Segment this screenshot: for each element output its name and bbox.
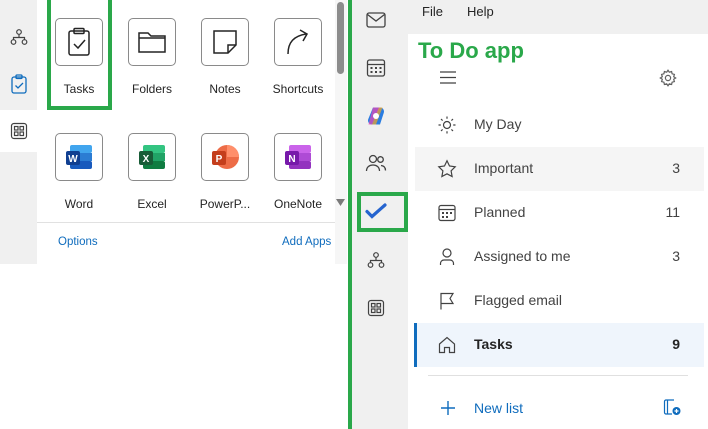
svg-text:P: P xyxy=(216,154,223,165)
list-assigned-to-me[interactable]: Assigned to me 3 xyxy=(415,235,704,279)
app-tile-onenote[interactable]: N OneNote xyxy=(266,133,330,211)
flag-icon xyxy=(440,292,455,310)
scroll-down-arrow-icon[interactable] xyxy=(336,199,345,206)
todo-rail-highlight xyxy=(357,192,408,232)
shortcut-arrow-icon xyxy=(274,18,322,66)
list-count: 3 xyxy=(672,248,680,264)
list-label: Assigned to me xyxy=(474,248,571,264)
svg-text:W: W xyxy=(68,154,78,165)
svg-text:N: N xyxy=(288,154,295,165)
hamburger-menu-icon[interactable] xyxy=(440,71,456,84)
plus-icon[interactable] xyxy=(440,400,456,416)
app-tile-label: Shortcuts xyxy=(272,82,324,96)
powerpoint-icon: P xyxy=(201,133,249,181)
org-chart-icon[interactable] xyxy=(0,16,37,58)
onenote-icon: N xyxy=(274,133,322,181)
tasks-icon[interactable] xyxy=(0,63,37,105)
person-icon xyxy=(439,248,455,265)
copilot-icon[interactable] xyxy=(352,96,400,136)
app-tile-label: PowerP... xyxy=(199,197,251,211)
list-my-day[interactable]: My Day xyxy=(415,103,704,147)
excel-icon: X xyxy=(128,133,176,181)
star-icon xyxy=(437,159,457,178)
app-tile-label: Folders xyxy=(131,82,172,96)
list-count: 9 xyxy=(672,336,680,352)
selected-indicator xyxy=(414,323,417,367)
app-tile-label: Excel xyxy=(137,197,167,211)
panel-divider xyxy=(37,222,335,223)
list-label: Tasks xyxy=(474,336,513,352)
calendar-icon[interactable] xyxy=(352,48,400,88)
list-count: 11 xyxy=(665,204,680,220)
options-link[interactable]: Options xyxy=(58,236,98,248)
people-icon[interactable] xyxy=(352,143,400,183)
left-nav-rail xyxy=(0,0,37,264)
add-apps-link[interactable]: Add Apps xyxy=(282,236,331,248)
list-label: Important xyxy=(474,160,534,176)
new-list-button[interactable]: New list xyxy=(474,400,523,416)
new-group-icon[interactable] xyxy=(663,398,681,416)
more-apps-icon[interactable] xyxy=(0,110,37,152)
mail-icon[interactable] xyxy=(352,0,400,40)
list-label: Planned xyxy=(474,204,526,220)
app-tile-word[interactable]: W Word xyxy=(47,133,111,211)
app-tile-notes[interactable]: Notes xyxy=(193,18,257,96)
todo-annotation-title: To Do app xyxy=(418,38,524,63)
list-tasks[interactable]: Tasks 9 xyxy=(415,323,704,367)
sun-icon xyxy=(438,116,456,134)
list-flagged-email[interactable]: Flagged email xyxy=(415,279,704,323)
home-icon xyxy=(438,336,456,354)
app-tile-folders[interactable]: Folders xyxy=(120,18,184,96)
app-tile-shortcuts[interactable]: Shortcuts xyxy=(266,18,330,96)
app-tile-label: Word xyxy=(64,197,94,211)
list-label: Flagged email xyxy=(474,292,562,308)
more-apps-icon[interactable] xyxy=(352,288,400,328)
calendar-grid-icon xyxy=(438,204,456,222)
app-tile-label: OneNote xyxy=(273,197,323,211)
org-chart-icon[interactable] xyxy=(352,240,400,280)
list-planned[interactable]: Planned 11 xyxy=(415,191,704,235)
svg-text:X: X xyxy=(143,154,150,165)
note-icon xyxy=(201,18,249,66)
list-divider xyxy=(428,375,688,376)
menu-bar: File Help xyxy=(408,0,708,34)
word-icon: W xyxy=(55,133,103,181)
help-menu[interactable]: Help xyxy=(467,4,494,19)
app-tile-excel[interactable]: X Excel xyxy=(120,133,184,211)
tasks-tile-highlight xyxy=(47,0,112,110)
file-menu[interactable]: File xyxy=(422,4,443,19)
settings-gear-icon[interactable] xyxy=(659,69,677,87)
scrollbar-thumb[interactable] xyxy=(337,2,344,74)
folder-icon xyxy=(128,18,176,66)
app-tile-powerpoint[interactable]: P PowerP... xyxy=(193,133,257,211)
list-count: 3 xyxy=(672,160,680,176)
list-important[interactable]: Important 3 xyxy=(415,147,704,191)
app-tile-label: Notes xyxy=(209,82,241,96)
list-label: My Day xyxy=(474,116,522,132)
